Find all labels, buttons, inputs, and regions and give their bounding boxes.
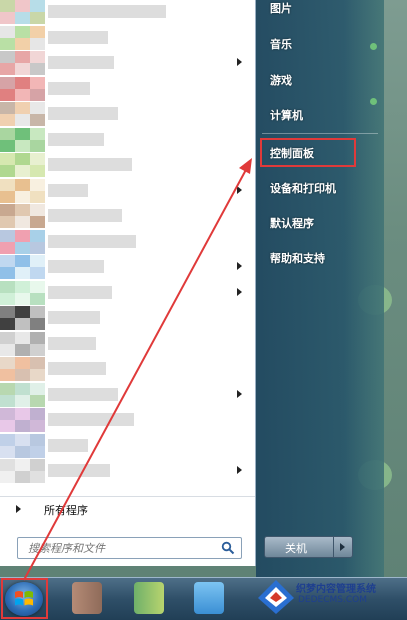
taskbar-app-icon[interactable] (134, 582, 164, 614)
program-list-item[interactable] (0, 459, 255, 483)
submenu-arrow-icon (237, 58, 242, 66)
program-icon (0, 204, 46, 228)
watermark-logo-icon (258, 580, 294, 614)
menu-item-games[interactable]: 游戏 (270, 72, 292, 88)
program-icon (0, 25, 46, 50)
taskbar-app-icon[interactable] (72, 582, 102, 614)
program-icon (0, 408, 46, 432)
expand-arrow-icon (16, 505, 21, 513)
program-icon (0, 331, 46, 356)
menu-item-help-support[interactable]: 帮助和支持 (270, 250, 325, 266)
program-icon (0, 433, 46, 458)
program-label-obscured (48, 234, 136, 248)
program-label-obscured (48, 387, 118, 401)
shutdown-label: 关机 (285, 542, 307, 555)
start-menu: 所有程序 图片 音乐 游戏 计算机 控制面板 设备和打印机 默认程序 帮助和支持… (0, 0, 384, 577)
program-list-item[interactable] (0, 331, 255, 356)
program-list-item[interactable] (0, 127, 255, 152)
program-list-item[interactable] (0, 102, 255, 126)
program-list-item[interactable] (0, 25, 255, 50)
program-label-obscured (48, 158, 132, 171)
submenu-arrow-icon (237, 466, 242, 474)
program-list-item[interactable] (0, 204, 255, 228)
program-icon (0, 51, 46, 75)
program-icon (0, 459, 46, 483)
program-label-obscured (48, 30, 108, 44)
shutdown-button[interactable]: 关机 (264, 536, 334, 558)
shutdown-options-arrow-icon[interactable] (333, 536, 353, 558)
status-dot (370, 98, 377, 105)
control-panel-highlight (260, 138, 356, 167)
taskbar-app-icon[interactable] (194, 582, 224, 614)
program-list-item[interactable] (0, 306, 255, 330)
program-label-obscured (48, 362, 106, 375)
program-label-obscured (48, 438, 88, 452)
program-icon (0, 153, 46, 177)
all-programs-label: 所有程序 (44, 504, 88, 517)
program-label-obscured (48, 56, 114, 69)
program-icon (0, 76, 46, 101)
menu-item-pictures[interactable]: 图片 (270, 0, 292, 16)
program-list-item[interactable] (0, 51, 255, 75)
program-label-obscured (48, 209, 122, 222)
program-list-item[interactable] (0, 153, 255, 177)
menu-separator (262, 133, 378, 134)
program-list (0, 0, 255, 485)
program-label-obscured (48, 183, 88, 197)
program-label-obscured (48, 311, 100, 324)
program-label-obscured (48, 285, 112, 299)
program-list-item[interactable] (0, 433, 255, 458)
program-icon (0, 382, 46, 407)
submenu-arrow-icon (237, 262, 242, 270)
status-dot (370, 43, 377, 50)
program-label-obscured (48, 464, 110, 477)
search-icon[interactable] (221, 541, 235, 555)
watermark-site: DEDECMS.COM (298, 595, 367, 605)
program-label-obscured (48, 107, 118, 120)
program-label-obscured (48, 81, 90, 95)
program-icon (0, 255, 46, 279)
program-icon (0, 127, 46, 152)
program-icon (0, 0, 46, 24)
program-icon (0, 178, 46, 203)
menu-item-computer[interactable]: 计算机 (270, 107, 303, 123)
search-box[interactable] (17, 537, 242, 559)
program-icon (0, 102, 46, 126)
menu-item-devices-printers[interactable]: 设备和打印机 (270, 180, 336, 196)
start-button-highlight (1, 578, 48, 619)
program-label-obscured (48, 413, 134, 426)
program-list-item[interactable] (0, 408, 255, 432)
program-icon (0, 357, 46, 381)
program-label-obscured (48, 336, 96, 350)
program-list-item[interactable] (0, 382, 255, 407)
menu-item-music[interactable]: 音乐 (270, 36, 292, 52)
program-list-item[interactable] (0, 280, 255, 305)
program-label-obscured (48, 260, 104, 273)
program-list-item[interactable] (0, 0, 255, 24)
start-menu-left-pane: 所有程序 (0, 0, 256, 566)
submenu-arrow-icon (237, 185, 242, 194)
program-list-item[interactable] (0, 357, 255, 381)
program-list-item[interactable] (0, 178, 255, 203)
program-list-item[interactable] (0, 255, 255, 279)
program-icon (0, 280, 46, 305)
all-programs-item[interactable]: 所有程序 (0, 496, 255, 521)
program-icon (0, 229, 46, 254)
program-label-obscured (48, 132, 104, 146)
program-list-item[interactable] (0, 229, 255, 254)
program-icon (0, 306, 46, 330)
menu-item-default-programs[interactable]: 默认程序 (270, 215, 314, 231)
program-label-obscured (48, 5, 166, 18)
submenu-arrow-icon (237, 389, 242, 398)
program-list-item[interactable] (0, 76, 255, 101)
watermark-name: 织梦内容管理系统 (296, 584, 376, 595)
submenu-arrow-icon (237, 287, 242, 296)
search-input[interactable] (26, 540, 220, 557)
